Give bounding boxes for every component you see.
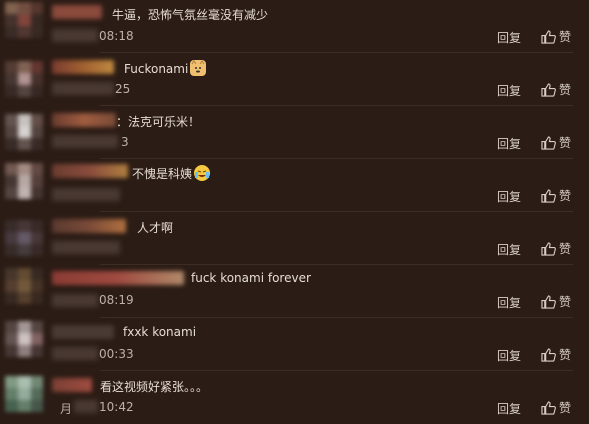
thumbs-up-icon: [541, 82, 556, 97]
avatar[interactable]: [5, 321, 43, 357]
username-redacted[interactable]: [52, 219, 126, 233]
like-label: 赞: [559, 295, 572, 309]
thumbs-up-icon: [541, 400, 556, 415]
comment-text: 看这视频好紧张。。。: [100, 380, 209, 394]
timestamp-redacted: [52, 82, 114, 95]
thumbs-up-icon: [541, 29, 556, 44]
like-button[interactable]: 赞: [541, 293, 571, 310]
like-button[interactable]: 赞: [541, 240, 571, 257]
username-redacted[interactable]: [52, 5, 102, 19]
doge-emoji: [190, 60, 207, 76]
timestamp-redacted: [74, 400, 98, 413]
like-button[interactable]: 赞: [541, 28, 571, 45]
avatar[interactable]: [5, 268, 43, 304]
like-label: 赞: [559, 242, 572, 256]
timestamp-redacted: [52, 347, 98, 360]
timestamp-redacted: [52, 294, 98, 307]
comment-text: 不愧是科姨: [132, 165, 211, 182]
comment-time: 25: [115, 82, 131, 96]
comment-item: fxxk konami 00:33 回复 赞: [0, 318, 589, 371]
thumbs-up-icon: [541, 135, 556, 150]
like-label: 赞: [559, 83, 572, 97]
thumbs-up-icon: [541, 294, 556, 309]
like-label: 赞: [559, 136, 572, 150]
like-label: 赞: [559, 401, 572, 415]
thumbs-up-icon: [541, 347, 556, 362]
thumbs-up-icon: [541, 241, 556, 256]
comment-item: fuck konami forever 08:19 回复 赞: [0, 265, 589, 318]
comment-text: 牛逼，恐怖气氛丝毫没有减少: [112, 8, 269, 22]
avatar[interactable]: [5, 2, 43, 38]
timestamp-redacted: [52, 135, 118, 148]
like-button[interactable]: 赞: [541, 187, 571, 204]
comment-text: ：法克可乐米！: [116, 115, 201, 129]
avatar[interactable]: [5, 61, 43, 97]
avatar[interactable]: [5, 220, 43, 256]
reply-button[interactable]: 回复: [497, 82, 521, 99]
comment-time: 3: [121, 135, 129, 149]
thumbs-up-icon: [541, 188, 556, 203]
username-redacted[interactable]: [52, 325, 114, 339]
timestamp-redacted: [52, 241, 120, 254]
comment-item: 不愧是科姨 回复 赞: [0, 159, 589, 212]
comment-text-content: Fuckonami: [124, 62, 189, 76]
comment-time: 08:18: [99, 29, 134, 43]
comment-item: Fuckonami 25 回复 赞: [0, 53, 589, 106]
reply-button[interactable]: 回复: [497, 400, 521, 417]
comment-item: 人才啊 回复 赞: [0, 212, 589, 265]
like-button[interactable]: 赞: [541, 399, 571, 416]
reply-button[interactable]: 回复: [497, 241, 521, 258]
crying-laugh-emoji: [194, 165, 211, 181]
reply-button[interactable]: 回复: [497, 347, 521, 364]
like-label: 赞: [559, 348, 572, 362]
reply-button[interactable]: 回复: [497, 188, 521, 205]
comment-item: 看这视频好紧张。。。 月 10:42 回复 赞: [0, 371, 589, 424]
comment-text: fxxk konami: [123, 325, 197, 339]
like-label: 赞: [559, 189, 572, 203]
like-button[interactable]: 赞: [541, 81, 571, 98]
like-label: 赞: [559, 30, 572, 44]
reply-button[interactable]: 回复: [497, 294, 521, 311]
reply-button[interactable]: 回复: [497, 29, 521, 46]
comment-item: 牛逼，恐怖气氛丝毫没有减少 08:18 回复 赞: [0, 0, 589, 53]
like-button[interactable]: 赞: [541, 134, 571, 151]
comment-text: Fuckonami: [124, 60, 207, 76]
username-redacted[interactable]: [52, 164, 128, 178]
comment-item: ：法克可乐米！ 3 回复 赞: [0, 106, 589, 159]
comment-time: 10:42: [99, 400, 134, 414]
timestamp-redacted: [52, 29, 98, 42]
comment-time-prefix: 月: [60, 402, 73, 416]
username-redacted[interactable]: [52, 271, 184, 285]
username-redacted[interactable]: [52, 60, 114, 74]
username-redacted[interactable]: [52, 113, 116, 127]
comment-text: fuck konami forever: [191, 271, 311, 285]
avatar[interactable]: [5, 114, 43, 150]
comment-text-content: 不愧是科姨: [132, 167, 193, 181]
like-button[interactable]: 赞: [541, 346, 571, 363]
username-redacted[interactable]: [52, 378, 92, 392]
timestamp-redacted: [52, 188, 120, 201]
avatar[interactable]: [5, 376, 43, 412]
reply-button[interactable]: 回复: [497, 135, 521, 152]
comment-time: 00:33: [99, 347, 134, 361]
avatar[interactable]: [5, 163, 43, 199]
comment-text: 人才啊: [137, 221, 174, 235]
comment-time: 08:19: [99, 293, 134, 307]
